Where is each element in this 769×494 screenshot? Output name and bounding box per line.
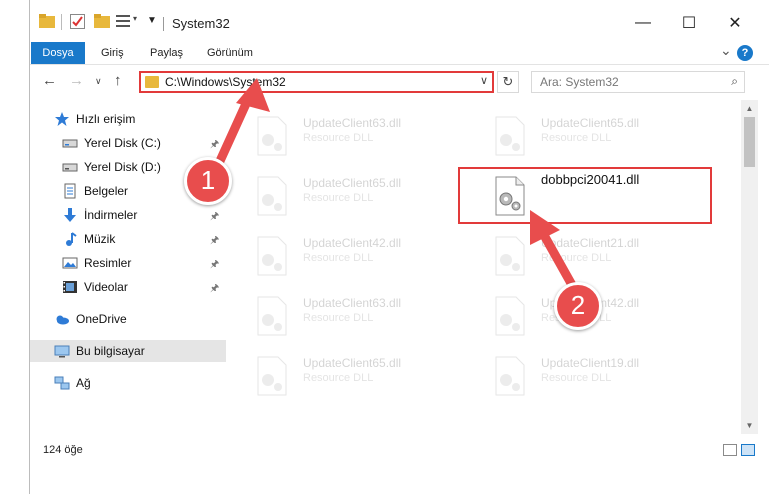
callout-1: 1	[184, 157, 232, 205]
arrow-2	[530, 210, 577, 290]
arrow-1	[210, 78, 270, 177]
callout-2: 2	[554, 282, 602, 330]
annotation-arrows	[210, 78, 577, 290]
